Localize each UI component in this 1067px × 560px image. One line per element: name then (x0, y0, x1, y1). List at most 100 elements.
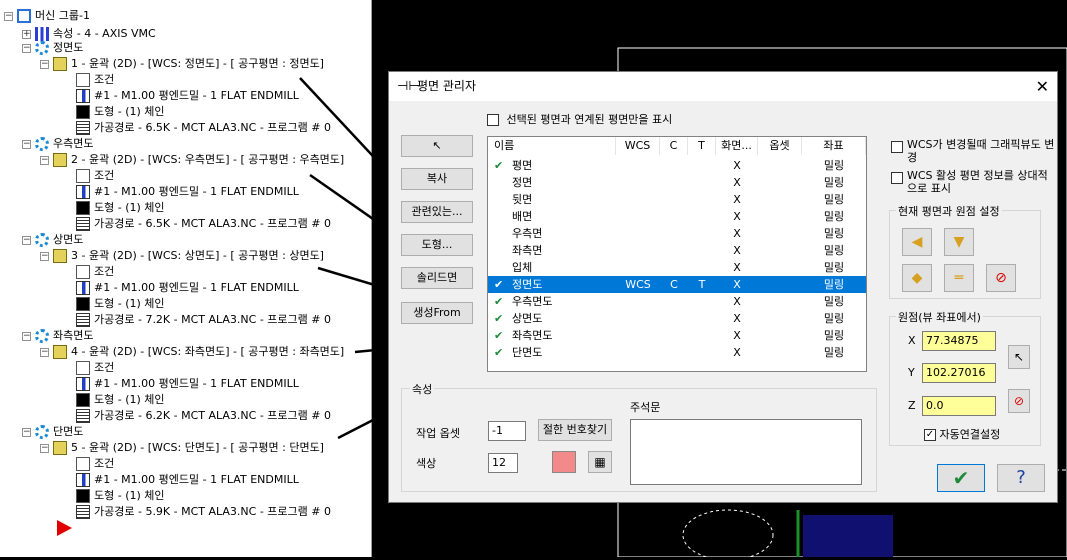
create-from-button[interactable]: 생성From (401, 302, 473, 324)
ok-button[interactable]: ✔ (937, 464, 985, 492)
set-origin-icon[interactable]: ▼ (944, 228, 974, 256)
filter-checkbox[interactable] (487, 114, 499, 126)
tool-item[interactable]: #1 - M1.00 평엔드밀 - 1 FLAT ENDMILL (76, 280, 299, 296)
toolpath-item[interactable]: 가공경로 - 6.2K - MCT ALA3.NC - 프로그램 # 0 (76, 408, 331, 424)
plane-row[interactable]: 우측면 X 밀링 (488, 225, 866, 242)
collapse-icon[interactable]: − (22, 331, 31, 341)
tree-root[interactable]: − 머신 그룹-1 (4, 8, 90, 24)
help-button[interactable]: ? (997, 464, 1045, 492)
collapse-icon[interactable]: − (4, 11, 13, 21)
toolpath-item[interactable]: 가공경로 - 6.5K - MCT ALA3.NC - 프로그램 # 0 (76, 216, 331, 232)
collapse-icon[interactable]: − (40, 59, 49, 69)
collapse-icon[interactable]: − (40, 251, 49, 261)
plane-row[interactable]: ✔ 단면도 X 밀링 (488, 344, 866, 361)
find-number-button[interactable]: 절한 번호찾기 (538, 419, 612, 441)
plane-row[interactable]: ✔ 상면도 X 밀링 (488, 310, 866, 327)
geometry-item[interactable]: 도형 - (1) 체인 (76, 488, 165, 504)
toolpath-item-label: 가공경로 - 6.5K - MCT ALA3.NC - 프로그램 # 0 (94, 217, 331, 230)
plane-group[interactable]: − 우측면도 (22, 136, 93, 152)
copy-button[interactable]: 복사 (401, 168, 473, 190)
expand-icon[interactable]: + (22, 29, 31, 39)
collapse-icon[interactable]: − (40, 155, 49, 165)
geometry-item[interactable]: 도형 - (1) 체인 (76, 104, 165, 120)
select-button[interactable]: ↖ (401, 135, 473, 157)
collapse-icon[interactable]: − (22, 427, 31, 437)
work-offset-input[interactable]: -1 (488, 421, 526, 441)
collapse-icon[interactable]: − (22, 43, 31, 53)
toolpath-item[interactable]: 가공경로 - 6.5K - MCT ALA3.NC - 프로그램 # 0 (76, 120, 331, 136)
x-input[interactable]: 77.34875 (922, 331, 996, 351)
collapse-icon[interactable]: − (40, 443, 49, 453)
set-plane-icon[interactable]: ◀ (902, 228, 932, 256)
plane-row[interactable]: ✔ 우측면도 X 밀링 (488, 293, 866, 310)
collapse-icon[interactable]: − (40, 347, 49, 357)
tool-item[interactable]: #1 - M1.00 평엔드밀 - 1 FLAT ENDMILL (76, 376, 299, 392)
comment-textarea[interactable] (630, 419, 862, 485)
opt1-checkbox[interactable] (891, 141, 903, 153)
geometry-button[interactable]: 도형... (401, 234, 473, 256)
operation-item[interactable]: − 2 - 윤곽 (2D) - [WCS: 우측면도] - [ 공구평면 : 우측… (40, 152, 344, 168)
plane-group[interactable]: − 좌측면도 (22, 328, 93, 344)
col-c[interactable]: C (660, 137, 688, 155)
auto-link-checkbox[interactable]: ✓ (924, 429, 936, 441)
condition-item[interactable]: 조건 (76, 456, 114, 472)
plane-row[interactable]: 뒷면 X 밀링 (488, 191, 866, 208)
opt2-checkbox[interactable] (891, 172, 903, 184)
pin-icon[interactable]: ⊣⊢ (397, 72, 420, 101)
collapse-icon[interactable]: − (22, 235, 31, 245)
y-input[interactable]: 102.27016 (922, 363, 996, 383)
condition-item[interactable]: 조건 (76, 360, 114, 376)
related-button[interactable]: 관련있는... (401, 201, 473, 223)
tool-item[interactable]: #1 - M1.00 평엔드밀 - 1 FLAT ENDMILL (76, 88, 299, 104)
color-swatch[interactable] (552, 451, 576, 473)
operation-item[interactable]: − 4 - 윤곽 (2D) - [WCS: 좌측면도] - [ 공구평면 : 좌측… (40, 344, 344, 360)
plane-group[interactable]: − 정면도 (22, 40, 83, 56)
plane-group-label: 상면도 (53, 233, 84, 246)
plane-list[interactable]: 이름 WCS C T 화면... 옵셋 좌표 ✔ 평면 X 밀링 정면 X 밀링 뒷면 X 밀링 배… (487, 136, 867, 372)
col-t[interactable]: T (688, 137, 716, 155)
plane-row[interactable]: ✔ 평면 X 밀링 (488, 157, 866, 174)
solid-face-button[interactable]: 솔리드면 (401, 267, 473, 289)
col-wcs[interactable]: WCS (616, 137, 660, 155)
operation-item[interactable]: − 5 - 윤곽 (2D) - [WCS: 단면도] - [ 공구평면 : 단면도… (40, 440, 324, 456)
palette-icon[interactable]: ▦ (588, 451, 612, 473)
reset-origin-icon[interactable]: ⊘ (1008, 389, 1030, 413)
color-input[interactable]: 12 (488, 453, 518, 473)
z-input[interactable]: 0.0 (922, 396, 996, 416)
auto-link-option[interactable]: ✓ 자동연결설정 (924, 426, 1000, 442)
operation-item[interactable]: − 3 - 윤곽 (2D) - [WCS: 상면도] - [ 공구평면 : 상면도… (40, 248, 324, 264)
plane-group[interactable]: − 단면도 (22, 424, 83, 440)
geometry-item[interactable]: 도형 - (1) 체인 (76, 200, 165, 216)
col-screen[interactable]: 화면... (716, 137, 758, 155)
filter-option[interactable]: 선택된 평면과 연계된 평면만을 표시 (487, 111, 672, 127)
col-coord[interactable]: 좌표 (802, 137, 866, 155)
col-name[interactable]: 이름 (488, 137, 616, 155)
condition-item[interactable]: 조건 (76, 72, 114, 88)
plane-group[interactable]: − 상면도 (22, 232, 83, 248)
opt1-wrap[interactable]: WCS가 변경될때 그래픽뷰도 변경 (891, 138, 1056, 164)
plane-row[interactable]: 정면 X 밀링 (488, 174, 866, 191)
tool-item[interactable]: #1 - M1.00 평엔드밀 - 1 FLAT ENDMILL (76, 184, 299, 200)
geometry-item[interactable]: 도형 - (1) 체인 (76, 392, 165, 408)
condition-item[interactable]: 조건 (76, 168, 114, 184)
tool-item[interactable]: #1 - M1.00 평엔드밀 - 1 FLAT ENDMILL (76, 472, 299, 488)
align-icon[interactable]: ◆ (902, 264, 932, 292)
condition-item-label: 조건 (94, 169, 115, 182)
plane-row[interactable]: 입체 X 밀링 (488, 259, 866, 276)
plane-row[interactable]: ✔ 좌측면도 X 밀링 (488, 327, 866, 344)
plane-row[interactable]: 배면 X 밀링 (488, 208, 866, 225)
opt2-wrap[interactable]: WCS 활성 평면 정보를 상대적으로 표시 (891, 169, 1056, 195)
geometry-item[interactable]: 도형 - (1) 체인 (76, 296, 165, 312)
plane-row[interactable]: ✔ 정면도 WCS C T X 밀링 (488, 276, 866, 293)
collapse-icon[interactable]: − (22, 139, 31, 149)
condition-item[interactable]: 조건 (76, 264, 114, 280)
clear-icon[interactable]: ⊘ (986, 264, 1016, 292)
toolpath-item[interactable]: 가공경로 - 5.9K - MCT ALA3.NC - 프로그램 # 0 (76, 504, 331, 520)
close-icon[interactable]: ✕ (1036, 72, 1049, 101)
operation-item[interactable]: − 1 - 윤곽 (2D) - [WCS: 정면도] - [ 공구평면 : 정면도… (40, 56, 324, 72)
col-offset[interactable]: 옵셋 (758, 137, 802, 155)
toolpath-item[interactable]: 가공경로 - 7.2K - MCT ALA3.NC - 프로그램 # 0 (76, 312, 331, 328)
equal-icon[interactable]: ═ (944, 264, 974, 292)
plane-row[interactable]: 좌측면 X 밀링 (488, 242, 866, 259)
pick-point-icon[interactable]: ↖ (1008, 345, 1030, 369)
